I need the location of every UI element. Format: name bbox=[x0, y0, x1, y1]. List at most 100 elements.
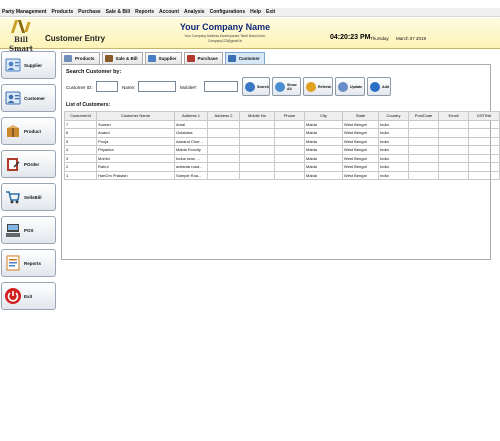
table-cell[interactable] bbox=[468, 145, 500, 155]
table-cell[interactable] bbox=[438, 162, 469, 172]
tab-customer[interactable]: Customer bbox=[224, 52, 265, 64]
table-cell[interactable]: West Bengal bbox=[342, 136, 379, 146]
table-cell[interactable]: HariOm Prakash bbox=[96, 170, 175, 180]
menu-item-reports[interactable]: Reports bbox=[135, 9, 154, 15]
table-cell[interactable] bbox=[438, 119, 469, 129]
table-cell[interactable]: West Bengal bbox=[342, 145, 379, 155]
table-cell[interactable]: India bbox=[378, 145, 409, 155]
table-cell[interactable] bbox=[468, 119, 500, 129]
name-input[interactable] bbox=[138, 81, 176, 92]
table-row[interactable]: 5 Pooja Aanand Chor... Malda West Bengal Indi… bbox=[64, 136, 500, 146]
sidebar-item-sellsbill[interactable]: SellsBill bbox=[1, 183, 56, 211]
table-cell[interactable] bbox=[408, 119, 439, 129]
table-cell[interactable] bbox=[239, 170, 275, 180]
table-cell[interactable]: Suman bbox=[96, 119, 175, 129]
table-cell[interactable]: 4 bbox=[64, 145, 97, 155]
sidebar-item-exit[interactable]: Exit bbox=[1, 282, 56, 310]
column-header[interactable]: State bbox=[342, 111, 379, 121]
table-cell[interactable]: India bbox=[378, 170, 409, 180]
table-cell[interactable]: West Bengal bbox=[342, 170, 379, 180]
menu-item-exit[interactable]: Exit bbox=[266, 9, 275, 15]
table-cell[interactable]: India bbox=[378, 136, 409, 146]
table-cell[interactable]: Malda bbox=[304, 162, 343, 172]
table-row[interactable]: 3 Mohini Indus town ... Malda West Bengal Ind… bbox=[64, 153, 500, 163]
table-cell[interactable] bbox=[274, 153, 305, 163]
table-cell[interactable]: Priyanka bbox=[96, 145, 175, 155]
table-cell[interactable]: Malda bbox=[304, 136, 343, 146]
table-cell[interactable] bbox=[274, 128, 305, 138]
table-cell[interactable]: Aanand Chor... bbox=[174, 136, 208, 146]
table-cell[interactable]: Gulabara bbox=[174, 128, 208, 138]
table-cell[interactable]: West Bengal bbox=[342, 119, 379, 129]
table-cell[interactable] bbox=[468, 153, 500, 163]
table-cell[interactable] bbox=[239, 119, 275, 129]
menu-item-help[interactable]: Help bbox=[250, 9, 261, 15]
table-cell[interactable] bbox=[468, 162, 500, 172]
column-header[interactable]: Country bbox=[378, 111, 409, 121]
table-cell[interactable]: Amal bbox=[174, 119, 208, 129]
column-header[interactable]: Address 2 bbox=[207, 111, 240, 121]
table-cell[interactable]: West Bengal bbox=[342, 153, 379, 163]
table-cell[interactable] bbox=[207, 136, 240, 146]
table-cell[interactable] bbox=[274, 145, 305, 155]
table-cell[interactable] bbox=[274, 136, 305, 146]
table-cell[interactable] bbox=[207, 153, 240, 163]
table-cell[interactable] bbox=[207, 162, 240, 172]
table-cell[interactable] bbox=[468, 170, 500, 180]
table-row[interactable]: 1 HariOm Prakash Sample Roa... Malda West Be… bbox=[64, 170, 500, 180]
table-cell[interactable]: Malda bbox=[304, 153, 343, 163]
table-cell[interactable]: India bbox=[378, 119, 409, 129]
table-cell[interactable]: 3 bbox=[64, 153, 97, 163]
sidebar-item-porder[interactable]: POrder bbox=[1, 150, 56, 178]
table-cell[interactable] bbox=[207, 128, 240, 138]
show-all-button[interactable]: Show All bbox=[272, 77, 301, 96]
column-header[interactable]: GSTIN# bbox=[468, 111, 500, 121]
table-row[interactable]: 7 Suman Amal Malda West Bengal India bbox=[64, 119, 500, 129]
column-header[interactable]: PostCode bbox=[408, 111, 439, 121]
tab-supplier[interactable]: Supplier bbox=[144, 52, 182, 64]
table-cell[interactable]: India bbox=[378, 162, 409, 172]
sidebar-item-supplier[interactable]: Supplier bbox=[1, 51, 56, 79]
table-cell[interactable] bbox=[438, 153, 469, 163]
add-button[interactable]: Add bbox=[367, 77, 391, 96]
table-cell[interactable]: 5 bbox=[64, 136, 97, 146]
table-cell[interactable]: India bbox=[378, 153, 409, 163]
search-button[interactable]: Search bbox=[242, 77, 270, 96]
sidebar-item-product[interactable]: Product bbox=[1, 117, 56, 145]
table-cell[interactable]: 2 bbox=[64, 162, 97, 172]
table-cell[interactable]: Anand bbox=[96, 128, 175, 138]
table-cell[interactable] bbox=[408, 136, 439, 146]
tab-purchase[interactable]: Purchase bbox=[183, 52, 223, 64]
table-cell[interactable] bbox=[239, 128, 275, 138]
tab-sale-bill[interactable]: Sale & Bill bbox=[101, 52, 143, 64]
table-cell[interactable] bbox=[207, 145, 240, 155]
table-cell[interactable]: 6 bbox=[64, 128, 97, 138]
table-cell[interactable] bbox=[239, 162, 275, 172]
update-button[interactable]: Update bbox=[335, 77, 365, 96]
table-cell[interactable] bbox=[239, 136, 275, 146]
table-cell[interactable] bbox=[468, 128, 500, 138]
table-cell[interactable]: West Bengal bbox=[342, 128, 379, 138]
table-cell[interactable]: 1 bbox=[64, 170, 97, 180]
table-cell[interactable] bbox=[438, 145, 469, 155]
table-cell[interactable]: Mohini bbox=[96, 153, 175, 163]
mobile-input[interactable] bbox=[204, 81, 238, 92]
table-cell[interactable]: Malda bbox=[304, 128, 343, 138]
table-cell[interactable] bbox=[438, 128, 469, 138]
customer-id-input[interactable] bbox=[96, 81, 118, 92]
table-cell[interactable]: Rahul bbox=[96, 162, 175, 172]
table-cell[interactable] bbox=[408, 128, 439, 138]
menu-item-sale-bill[interactable]: Sale & Bill bbox=[106, 9, 130, 15]
table-cell[interactable]: Malda Ecocity bbox=[174, 145, 208, 155]
menu-item-party-management[interactable]: Party Management bbox=[2, 9, 46, 15]
table-cell[interactable]: 7 bbox=[64, 119, 97, 129]
table-cell[interactable] bbox=[408, 162, 439, 172]
table-cell[interactable] bbox=[274, 170, 305, 180]
column-header[interactable]: Address 1 bbox=[174, 111, 208, 121]
table-cell[interactable]: West Bengal bbox=[342, 162, 379, 172]
column-header[interactable]: Customer Name bbox=[96, 111, 175, 121]
table-cell[interactable]: Indus town ... bbox=[174, 153, 208, 163]
menu-item-account[interactable]: Account bbox=[159, 9, 179, 15]
table-cell[interactable] bbox=[207, 119, 240, 129]
sidebar-item-pos[interactable]: POS bbox=[1, 216, 56, 244]
